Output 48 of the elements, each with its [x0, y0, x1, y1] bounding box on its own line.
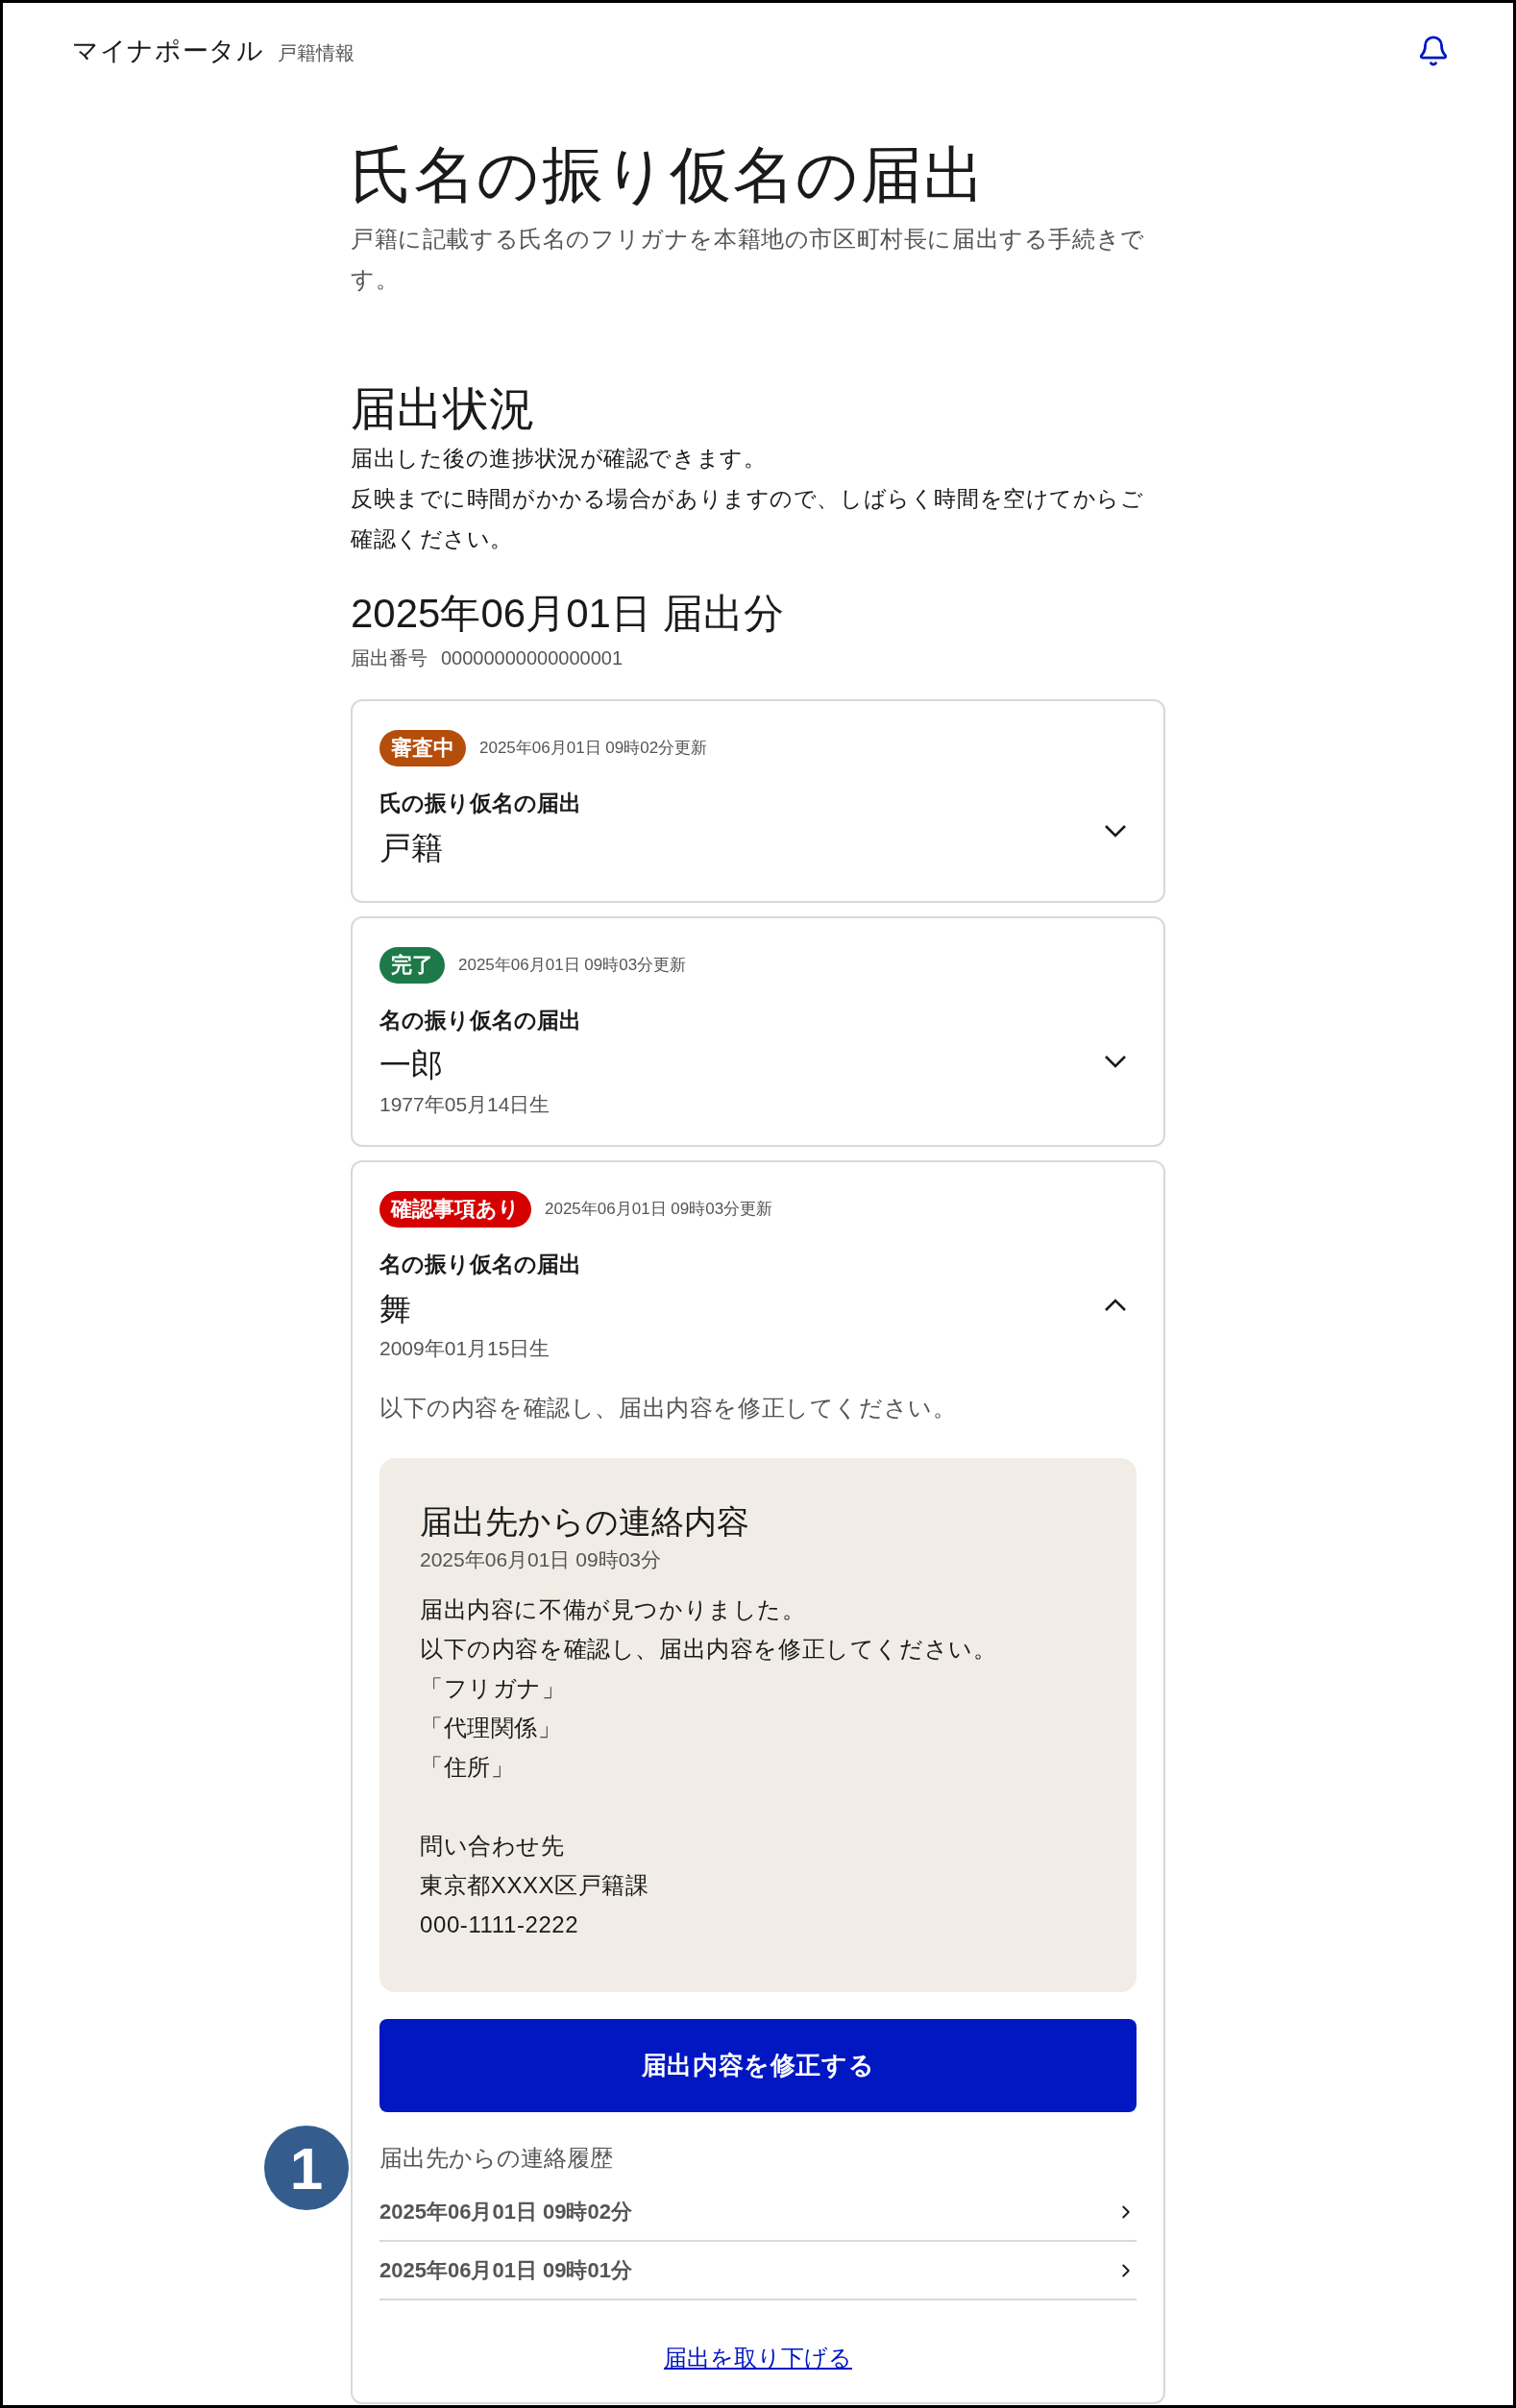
submission-number: 00000000000000001	[441, 645, 624, 670]
message-line: 「住所」	[420, 1753, 516, 1782]
person-name: 一郎	[379, 1046, 444, 1084]
card-toggle[interactable]: 名の振り仮名の届出 舞 2009年01月15日生	[379, 1248, 1137, 1362]
message-line: 「フリガナ」	[420, 1674, 567, 1703]
message-line: 「代理関係」	[420, 1714, 563, 1742]
status-badge: 確認事項あり	[379, 1190, 531, 1228]
section-heading: 届出状況	[351, 381, 536, 436]
person-name: 舞	[379, 1290, 412, 1328]
instruction-text: 以下の内容を確認し、届出内容を修正してください。	[379, 1393, 958, 1423]
notification-bell-icon[interactable]	[1417, 35, 1450, 68]
contact-line: 問い合わせ先	[420, 1832, 566, 1861]
application-type: 名の振り仮名の届出	[379, 1006, 581, 1034]
message-line: 以下の内容を確認し、届出内容を修正してください。	[420, 1635, 998, 1664]
edit-button[interactable]: 届出内容を修正する	[379, 2019, 1137, 2112]
updated-time: 2025年06月01日 09時03分更新	[458, 954, 687, 976]
contact-line: 000-1111-2222	[420, 1910, 580, 1939]
page-title: 氏名の振り仮名の届出	[351, 138, 988, 211]
birth-date: 2009年01月15日生	[379, 1335, 551, 1361]
status-badge: 審査中	[379, 729, 466, 766]
withdraw-link[interactable]: 届出を取り下げる	[664, 2341, 852, 2375]
birth-date: 1977年05月14日生	[379, 1091, 551, 1117]
history-item[interactable]: 2025年06月01日 09時01分	[379, 2242, 1137, 2300]
section-label: 戸籍情報	[277, 41, 355, 65]
updated-time: 2025年06月01日 09時02分更新	[479, 737, 708, 759]
status-text: 反映までに時間がかかる場合がありますので、しばらく時間を空けてからご確認ください。	[351, 484, 1145, 553]
chevron-up-icon	[1104, 1298, 1127, 1312]
chevron-down-icon	[1104, 1054, 1127, 1068]
status-text: 届出した後の進捗状況が確認できます。	[351, 444, 768, 473]
status-badge: 完了	[379, 946, 445, 984]
history-item[interactable]: 2025年06月01日 09時02分	[379, 2183, 1137, 2242]
contact-line: 東京都XXXX区戸籍課	[420, 1871, 650, 1900]
site-logo[interactable]: マイナポータル	[72, 32, 264, 71]
submission-date: 2025年06月01日 届出分	[351, 589, 785, 638]
chevron-down-icon	[1104, 823, 1127, 838]
application-type: 氏の振り仮名の届出	[379, 789, 581, 817]
card-toggle[interactable]: 氏の振り仮名の届出 戸籍	[379, 787, 1137, 874]
person-name: 戸籍	[379, 829, 444, 867]
card-toggle[interactable]: 名の振り仮名の届出 一郎 1977年05月14日生	[379, 1004, 1137, 1118]
number-label: 届出番号	[351, 645, 428, 670]
application-type: 名の振り仮名の届出	[379, 1250, 581, 1278]
message-line: 届出内容に不備が見つかりました。	[420, 1595, 807, 1624]
callout-marker: 1	[264, 2126, 349, 2210]
history-heading: 届出先からの連絡履歴	[379, 2144, 614, 2173]
message-date: 2025年06月01日 09時03分	[420, 1546, 662, 1572]
updated-time: 2025年06月01日 09時03分更新	[545, 1198, 773, 1220]
page-description: 戸籍に記載する氏名のフリガナを本籍地の市区町村長に届出する手続きです。	[351, 224, 1146, 294]
message-title: 届出先からの連絡内容	[420, 1501, 750, 1542]
